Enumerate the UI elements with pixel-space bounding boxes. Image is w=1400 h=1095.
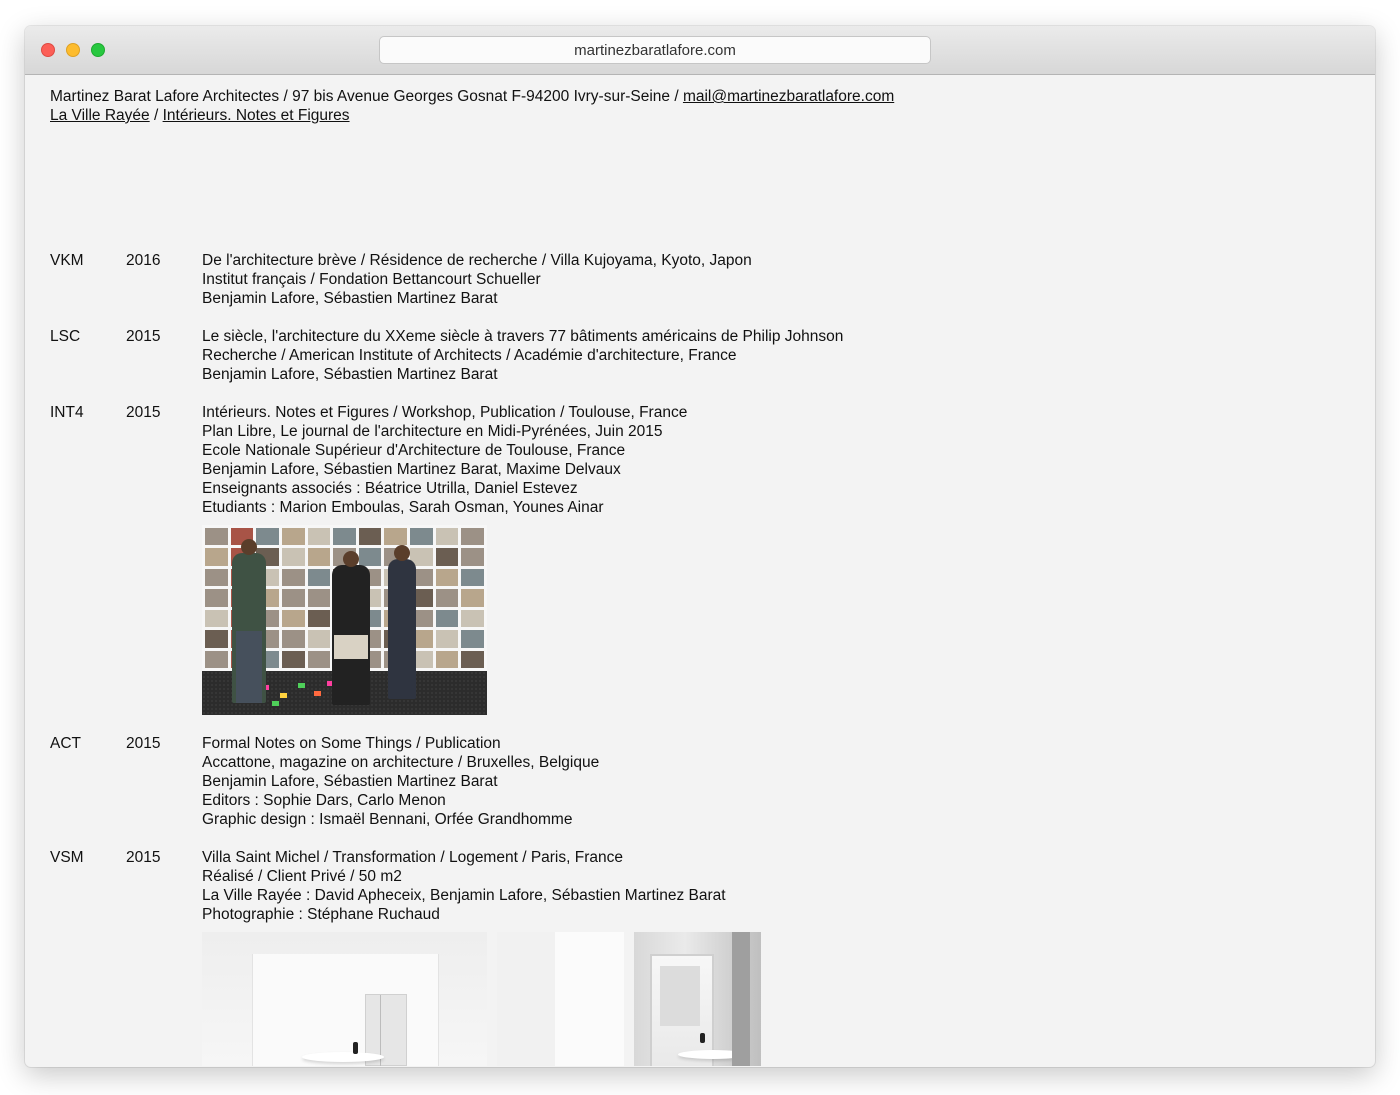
description-line: Formal Notes on Some Things / Publicatio…: [202, 735, 501, 752]
project-description: Formal Notes on Some Things / Publicatio…: [202, 734, 1350, 829]
description-line: Photographie : Stéphane Ruchaud: [202, 906, 440, 923]
project-entry: VKM 2016 De l'architecture brève / Résid…: [50, 251, 1350, 308]
description-line: Benjamin Lafore, Sébastien Martinez Bara…: [202, 290, 498, 307]
description-line: Ecole Nationale Supérieur d'Architecture…: [202, 442, 626, 459]
description-line: De l'architecture brève / Résidence de r…: [202, 252, 752, 269]
project-description: Intérieurs. Notes et Figures / Workshop,…: [202, 403, 1350, 715]
email-link[interactable]: mail@martinezbaratlafore.com: [683, 88, 894, 105]
person-figure: [232, 539, 266, 703]
description-line: Editors : Sophie Dars, Carlo Menon: [202, 792, 446, 809]
description-line: Benjamin Lafore, Sébastien Martinez Bara…: [202, 773, 498, 790]
browser-window: martinezbaratlafore.com Martinez Barat L…: [25, 26, 1375, 1067]
project-entry: VSM 2015 Villa Saint Michel / Transforma…: [50, 848, 1350, 1066]
description-line: Graphic design : Ismaël Bennani, Orfée G…: [202, 811, 573, 828]
interior-photo[interactable]: [634, 932, 761, 1066]
description-line: Institut français / Fondation Bettancour…: [202, 271, 541, 288]
workshop-photo[interactable]: [202, 525, 487, 715]
project-code[interactable]: LSC: [50, 327, 120, 346]
header-line-2: La Ville Rayée / Intérieurs. Notes et Fi…: [50, 106, 894, 125]
project-entry: ACT 2015 Formal Notes on Some Things / P…: [50, 734, 1350, 829]
project-year: 2015: [126, 849, 161, 866]
project-entry: INT4 2015 Intérieurs. Notes et Figures /…: [50, 403, 1350, 715]
address-bar[interactable]: martinezbaratlafore.com: [379, 36, 931, 64]
project-year: 2015: [126, 735, 161, 752]
nav-link-interieurs[interactable]: Intérieurs. Notes et Figures: [163, 107, 350, 124]
project-description: De l'architecture brève / Résidence de r…: [202, 251, 1350, 308]
description-line: Intérieurs. Notes et Figures / Workshop,…: [202, 404, 688, 421]
description-line: Réalisé / Client Privé / 50 m2: [202, 868, 402, 885]
description-line: Le siècle, l'architecture du XXeme siècl…: [202, 328, 844, 345]
description-line: Etudiants : Marion Emboulas, Sarah Osman…: [202, 499, 604, 516]
description-line: La Ville Rayée : David Apheceix, Benjami…: [202, 887, 726, 904]
project-year: 2015: [126, 404, 161, 421]
project-images: [202, 932, 1350, 1066]
project-entry: LSC 2015 Le siècle, l'architecture du XX…: [50, 327, 1350, 384]
project-description: Le siècle, l'architecture du XXeme siècl…: [202, 327, 1350, 384]
description-line: Enseignants associés : Béatrice Utrilla,…: [202, 480, 578, 497]
project-code[interactable]: INT4: [50, 403, 120, 422]
person-figure: [388, 545, 416, 699]
interior-photo[interactable]: [202, 932, 487, 1066]
project-description: Villa Saint Michel / Transformation / Lo…: [202, 848, 1350, 1066]
zoom-window-icon[interactable]: [91, 43, 105, 57]
close-window-icon[interactable]: [41, 43, 55, 57]
project-year: 2016: [126, 252, 161, 269]
minimize-window-icon[interactable]: [66, 43, 80, 57]
description-line: Plan Libre, Le journal de l'architecture…: [202, 423, 663, 440]
project-images: [202, 525, 1350, 715]
project-list: VKM 2016 De l'architecture brève / Résid…: [50, 251, 1350, 1067]
header-line-1: Martinez Barat Lafore Architectes / 97 b…: [50, 87, 894, 106]
project-code[interactable]: VKM: [50, 251, 120, 270]
nav-link-la-ville-rayee[interactable]: La Ville Rayée: [50, 107, 150, 124]
site-header: Martinez Barat Lafore Architectes / 97 b…: [50, 87, 894, 125]
description-line: Accattone, magazine on architecture / Br…: [202, 754, 600, 771]
studio-address: Martinez Barat Lafore Architectes / 97 b…: [50, 88, 683, 105]
browser-titlebar: martinezbaratlafore.com: [25, 26, 1375, 75]
nav-separator: /: [149, 107, 163, 124]
project-code[interactable]: VSM: [50, 848, 120, 867]
description-line: Recherche / American Institute of Archit…: [202, 347, 737, 364]
person-figure: [332, 551, 370, 705]
description-line: Villa Saint Michel / Transformation / Lo…: [202, 849, 623, 866]
address-bar-url: martinezbaratlafore.com: [574, 41, 736, 59]
description-line: Benjamin Lafore, Sébastien Martinez Bara…: [202, 461, 621, 478]
project-year: 2015: [126, 328, 161, 345]
description-line: Benjamin Lafore, Sébastien Martinez Bara…: [202, 366, 498, 383]
page-content: Martinez Barat Lafore Architectes / 97 b…: [25, 75, 1375, 1067]
interior-photo[interactable]: [497, 932, 624, 1066]
project-code[interactable]: ACT: [50, 734, 120, 753]
